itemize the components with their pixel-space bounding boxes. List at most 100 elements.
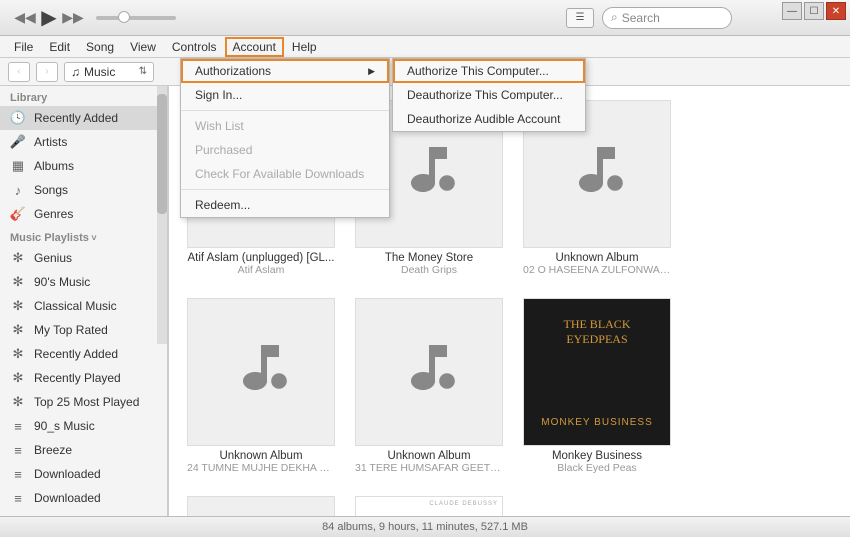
list-view-button[interactable]: ☰	[566, 8, 594, 28]
sidebar-item-label: 90's Music	[34, 275, 90, 289]
sidebar-item-label: Recently Added	[34, 111, 118, 125]
sidebar-library-artists[interactable]: 🎤Artists	[0, 130, 167, 154]
account-menu: Authorizations ▶ Sign In... Wish List Purcha…	[180, 58, 390, 218]
menu-view[interactable]: View	[122, 37, 164, 57]
volume-knob[interactable]	[118, 11, 130, 23]
sidebar-playlist-90-s-music[interactable]: ≡90_s Music	[0, 414, 167, 438]
chevron-updown-icon: ⇅	[139, 66, 147, 77]
album-artist: Atif Aslam	[187, 264, 335, 276]
sidebar-item-label: Artists	[34, 135, 67, 149]
menu-account[interactable]: Account	[225, 37, 284, 57]
menu-separator	[181, 189, 389, 190]
sidebar-playlist-breeze[interactable]: ≡ Breeze	[0, 438, 167, 462]
menu-separator	[181, 110, 389, 111]
album-title: Unknown Album	[523, 252, 671, 264]
album-art[interactable]: THE BLACKEYEDPEASMONKEY BUSINESS	[523, 298, 671, 446]
menu-item-check-for-available-downloads: Check For Available Downloads	[181, 162, 389, 186]
menu-item-sign-in[interactable]: Sign In...	[181, 83, 389, 107]
scroll-thumb[interactable]	[157, 94, 167, 214]
sidebar-playlist-top-25-most-played[interactable]: ✻ Top 25 Most Played	[0, 390, 167, 414]
back-button[interactable]: ‹	[8, 62, 30, 82]
list-icon: ≡	[10, 514, 26, 516]
sidebar-item-label: Recently Added	[34, 347, 118, 361]
sidebar-header-playlists[interactable]: Music Playlists	[0, 226, 167, 246]
close-button[interactable]: ✕	[826, 2, 846, 20]
sidebar-playlist-drm-music[interactable]: ≡DRM Music	[0, 510, 167, 516]
album-art[interactable]	[187, 496, 335, 516]
minimize-button[interactable]: —	[782, 2, 802, 20]
sidebar-library-albums[interactable]: ▦Albums	[0, 154, 167, 178]
menu-item-label: Authorizations	[195, 64, 271, 78]
menu-item-redeem[interactable]: Redeem...	[181, 193, 389, 217]
submenu-arrow-icon: ▶	[368, 66, 375, 77]
sidebar-item-label: 90_s Music	[34, 419, 95, 433]
authorizations-submenu: Authorize This Computer...Deauthorize Th…	[392, 58, 586, 132]
sidebar-playlist-genius[interactable]: ✻Genius	[0, 246, 167, 270]
menu-edit[interactable]: Edit	[41, 37, 78, 57]
album-art[interactable]: CLAUDE DEBUSSYRICHARDSTOLTZMANMAID WITH …	[355, 496, 503, 516]
window-controls: — ☐ ✕	[782, 2, 846, 20]
sidebar-library-songs[interactable]: ♪Songs	[0, 178, 167, 202]
album-item[interactable]: THE BLACKEYEDPEASMONKEY BUSINESS Monkey …	[523, 298, 671, 474]
search-icon: ⌕	[611, 10, 618, 25]
menu-item-label: Wish List	[195, 119, 244, 133]
maximize-button[interactable]: ☐	[804, 2, 824, 20]
sidebar-item-label: Genius	[34, 251, 72, 265]
gear-icon: ✻	[10, 394, 26, 410]
sidebar-library-genres[interactable]: 🎸Genres	[0, 202, 167, 226]
clock-icon: 🕓	[10, 110, 26, 126]
library-selector-label: Music	[84, 65, 115, 79]
submenu-item-deauthorize-audible-account[interactable]: Deauthorize Audible Account	[393, 107, 585, 131]
sidebar-scrollbar[interactable]	[157, 86, 167, 344]
search-input[interactable]: ⌕ Search	[602, 7, 732, 29]
album-item[interactable]: Unknown Album 31 TERE HUMSAFAR GEET HAI.…	[355, 298, 503, 474]
guitar-icon: 🎸	[10, 206, 26, 222]
sidebar-item-label: Breeze	[34, 443, 72, 457]
sidebar-item-label: Downloaded	[34, 467, 101, 481]
menubar: File Edit Song View Controls Account Hel…	[0, 36, 850, 58]
gear-icon: ✻	[10, 370, 26, 386]
list-icon: ≡	[10, 442, 26, 458]
album-art[interactable]	[187, 298, 335, 446]
prev-button[interactable]: ◀◀	[14, 7, 36, 29]
menu-item-label: Sign In...	[195, 88, 242, 102]
sidebar-playlist-recently-added[interactable]: ✻Recently Added	[0, 342, 167, 366]
sidebar-playlist-classical-music[interactable]: ✻Classical Music	[0, 294, 167, 318]
forward-button[interactable]: ›	[36, 62, 58, 82]
play-button[interactable]: ▶	[38, 7, 60, 29]
statusbar: 84 albums, 9 hours, 11 minutes, 527.1 MB	[0, 516, 850, 537]
menu-help[interactable]: Help	[284, 37, 325, 57]
sidebar-item-label: Top 25 Most Played	[34, 395, 139, 409]
album-artist: Black Eyed Peas	[523, 462, 671, 474]
music-note-icon: ♫	[71, 65, 80, 79]
sidebar-playlist-downloaded[interactable]: ≡Downloaded	[0, 462, 167, 486]
album-title: Unknown Album	[187, 450, 335, 462]
album-item[interactable]: Unknown Album 24 TUMNE MUJHE DEKHA HO...	[187, 298, 335, 474]
album-title: Atif Aslam (unplugged) [GL...	[187, 252, 335, 264]
album-title: Monkey Business	[523, 450, 671, 462]
sidebar-playlist-recently-played[interactable]: ✻Recently Played	[0, 366, 167, 390]
album-item[interactable]: CLAUDE DEBUSSYRICHARDSTOLTZMANMAID WITH …	[355, 496, 503, 516]
menu-item-label: Purchased	[195, 143, 252, 157]
submenu-item-authorize-this-computer[interactable]: Authorize This Computer...	[393, 59, 585, 83]
sidebar-playlist-my-top-rated[interactable]: ✻My Top Rated	[0, 318, 167, 342]
list-icon: ≡	[10, 490, 26, 506]
menu-item-authorizations[interactable]: Authorizations ▶	[181, 59, 389, 83]
menu-controls[interactable]: Controls	[164, 37, 225, 57]
grid-icon: ▦	[10, 158, 26, 174]
sidebar-playlist-downloaded[interactable]: ≡Downloaded	[0, 486, 167, 510]
submenu-item-deauthorize-this-computer[interactable]: Deauthorize This Computer...	[393, 83, 585, 107]
next-button[interactable]: ▶▶	[62, 7, 84, 29]
search-placeholder: Search	[622, 11, 660, 25]
sidebar-library-recently-added[interactable]: 🕓 Recently Added	[0, 106, 167, 130]
menu-file[interactable]: File	[6, 37, 41, 57]
titlebar: ◀◀ ▶ ▶▶ ☰ ⌕ Search — ☐ ✕	[0, 0, 850, 36]
menu-song[interactable]: Song	[78, 37, 122, 57]
album-art[interactable]	[355, 298, 503, 446]
menu-item-purchased: Purchased	[181, 138, 389, 162]
sidebar-playlist-90-s-music[interactable]: ✻90's Music	[0, 270, 167, 294]
volume-slider[interactable]	[96, 16, 176, 20]
sidebar: Library 🕓Recently Added🎤Artists▦Albums♪S…	[0, 86, 168, 516]
library-selector[interactable]: ♫ Music ⇅	[64, 62, 154, 82]
album-item[interactable]: Unknown Album 18 HAY HAY YEH NIGAHEN	[187, 496, 335, 516]
